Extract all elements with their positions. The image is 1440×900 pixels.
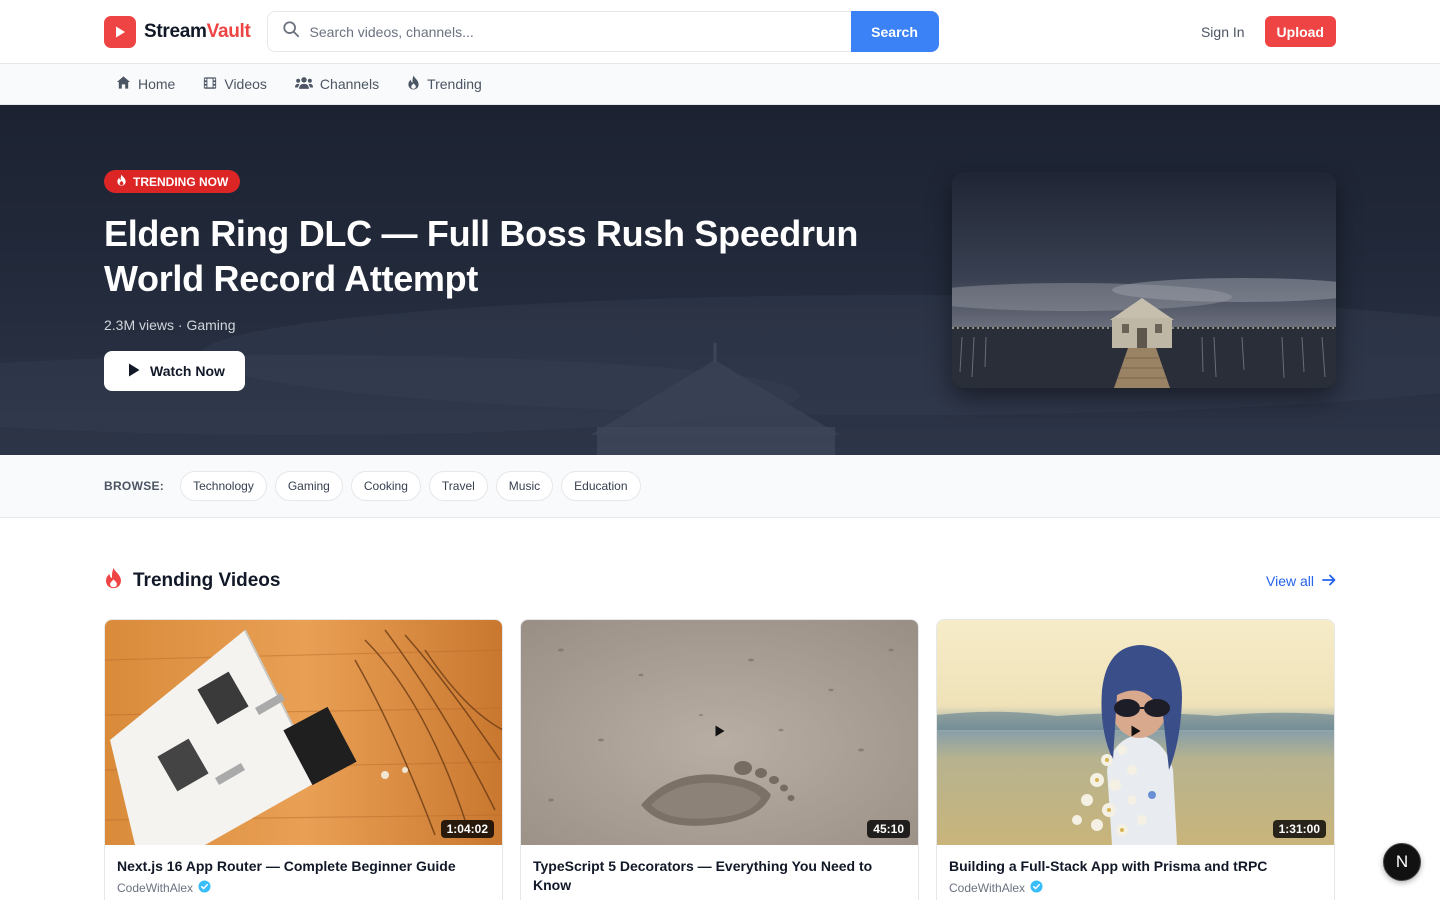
video-channel[interactable]: CodeWithAlex [949,880,1322,896]
video-title[interactable]: TypeScript 5 Decorators — Everything You… [533,857,906,895]
verified-icon [198,880,211,896]
view-all-link[interactable]: View all [1266,573,1336,589]
film-icon [203,76,217,93]
category-chip-travel[interactable]: Travel [428,471,488,501]
watch-now-button[interactable]: Watch Now [104,351,245,391]
play-icon[interactable] [715,724,725,742]
section-title: Trending Videos [133,569,281,591]
header-actions: Sign In Upload [1201,16,1336,47]
trending-video-grid: 1:04:02 Next.js 16 App Router — Complete… [104,619,1335,900]
video-duration: 1:04:02 [440,820,494,838]
video-duration: 1:31:00 [1272,820,1326,838]
sign-in-link[interactable]: Sign In [1201,24,1245,40]
flame-icon [104,567,123,594]
video-thumbnail[interactable]: 45:10 [521,620,918,845]
category-chip-education[interactable]: Education [561,471,641,501]
nav-label: Channels [319,76,380,92]
next-logo-icon: N [1395,852,1409,871]
nav-label: Trending [427,76,482,92]
dev-tools-badge[interactable]: N [1383,843,1421,881]
brand-logo[interactable]: StreamVault [104,15,251,48]
category-chip-gaming[interactable]: Gaming [274,471,343,501]
search-box [266,11,851,52]
hero-content: TRENDING NOW Elden Ring DLC — Full Boss … [104,170,904,391]
brand-name: StreamVault [144,20,251,42]
upload-button[interactable]: Upload [1264,16,1336,47]
top-header: StreamVault Search Sign In Upload [0,0,1440,64]
video-thumbnail[interactable]: 1:04:02 [105,620,502,845]
flame-icon [116,174,127,189]
users-icon [294,76,313,93]
hero-banner: TRENDING NOW Elden Ring DLC — Full Boss … [0,105,1440,455]
trending-badge-label: TRENDING NOW [133,174,229,189]
magazine-on-table-image [105,620,502,845]
video-card-body: Building a Full-Stack App with Prisma an… [937,845,1334,900]
hero-title[interactable]: Elden Ring DLC — Full Boss Rush Speedrun… [104,211,904,301]
video-duration: 45:10 [867,820,910,838]
search-icon [282,20,300,43]
nav-label: Videos [224,76,267,92]
trending-section-header: Trending Videos View all [104,567,1336,594]
arrow-right-icon [1322,573,1336,589]
video-card[interactable]: 1:31:00 Building a Full-Stack App with P… [936,619,1335,900]
video-card-body: TypeScript 5 Decorators — Everything You… [521,845,918,900]
flame-icon [407,75,420,93]
play-icon[interactable] [1131,724,1141,742]
browse-label: BROWSE: [104,479,165,493]
nav-item-home[interactable]: Home [104,75,175,93]
category-chip-cooking[interactable]: Cooking [350,471,421,501]
nav-label: Home [138,76,176,92]
play-logo-icon [104,15,136,48]
nav-item-trending[interactable]: Trending [407,75,482,93]
nav-item-channels[interactable]: Channels [294,76,380,93]
boathouse-image [952,172,1336,388]
video-card[interactable]: 1:04:02 Next.js 16 App Router — Complete… [104,619,503,900]
search-input[interactable] [309,23,837,40]
search-bar: Search [266,11,939,52]
search-button[interactable]: Search [850,11,939,52]
video-title[interactable]: Next.js 16 App Router — Complete Beginne… [117,857,490,876]
video-thumbnail[interactable]: 1:31:00 [937,620,1334,845]
category-chip-music[interactable]: Music [495,471,554,501]
browse-categories: BROWSE: Technology Gaming Cooking Travel… [0,455,1440,518]
verified-icon [1030,880,1043,896]
hero-thumbnail[interactable] [952,172,1336,388]
play-icon [128,363,140,380]
trending-badge: TRENDING NOW [104,170,241,193]
nav-item-videos[interactable]: Videos [203,76,267,93]
category-chip-technology[interactable]: Technology [180,471,267,501]
video-channel[interactable]: CodeWithAlex [117,880,490,896]
video-card-body: Next.js 16 App Router — Complete Beginne… [105,845,502,900]
video-title[interactable]: Building a Full-Stack App with Prisma an… [949,857,1322,876]
home-icon [116,75,131,93]
hero-meta: 2.3M views · Gaming [104,317,236,333]
video-card[interactable]: 45:10 TypeScript 5 Decorators — Everythi… [520,619,919,900]
main-nav: Home Videos Channels Trending [0,64,1440,105]
